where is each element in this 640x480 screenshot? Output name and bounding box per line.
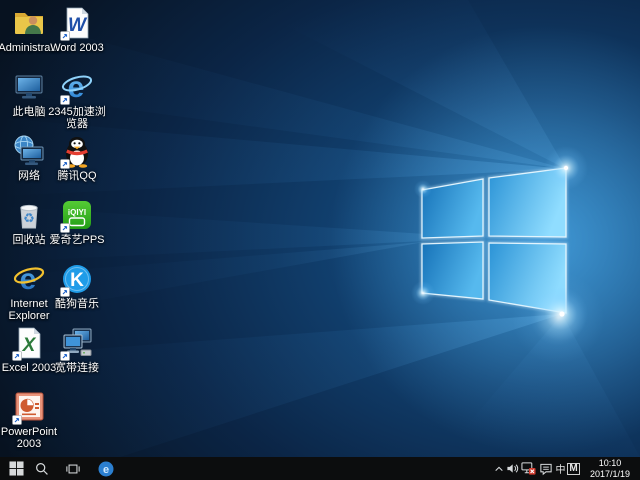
start-button[interactable] [3,457,29,480]
taskbar: e 中 M 10:10 2017/1/19 [0,457,640,480]
desktop-icon-tencent-qq[interactable]: 腾讯QQ [45,134,109,182]
desktop-icon-kugou-music[interactable]: K 酷狗音乐 [45,262,109,310]
desktop-icon-powerpoint-2003[interactable]: PowerPoint 2003 [0,390,61,450]
svg-text:W: W [68,15,88,36]
broadband-connection-icon [60,326,94,360]
search-button[interactable] [29,457,55,480]
excel-document-icon: X [12,326,46,360]
input-mode-text: 中 [556,461,566,476]
clock-time: 10:10 [582,458,638,469]
hidden-icons-chevron[interactable] [491,457,506,480]
icon-label: 酷狗音乐 [45,298,109,310]
taskbar-clock[interactable]: 10:10 2017/1/19 [582,458,638,479]
speaker-icon [506,462,519,475]
network-disconnected-icon [521,461,536,476]
icon-label: Word 2003 [45,42,109,54]
svg-text:iQIYI: iQIYI [68,208,86,217]
action-center-tray-icon[interactable] [538,457,553,480]
task-view-button[interactable] [60,457,86,480]
ime-indicator[interactable]: M [566,457,581,480]
desktop-icon-word-2003[interactable]: W Word 2003 [45,6,109,54]
desktop-icon-iqiyi-pps[interactable]: iQIYI 爱奇艺PPS [45,198,109,246]
desktop-icon-broadband[interactable]: 宽带连接 [45,326,109,374]
shortcut-arrow-icon [60,31,70,41]
windows-logo-icon [9,461,24,476]
shortcut-arrow-icon [60,95,70,105]
svg-text:K: K [70,270,84,291]
kugou-music-icon: K [60,262,94,296]
search-icon [35,462,49,476]
taskbar-2345-browser-button[interactable]: e [93,457,119,480]
iqiyi-pps-icon: iQIYI [60,198,94,232]
shortcut-arrow-icon [60,351,70,361]
shortcut-arrow-icon [60,287,70,297]
user-folder-icon [12,6,46,40]
shortcut-arrow-icon [12,351,22,361]
icon-label: 爱奇艺PPS [45,234,109,246]
desktop[interactable]: Administra... 此电脑 [0,0,640,457]
word-document-icon: W [60,6,94,40]
internet-explorer-icon: e [12,262,46,296]
icon-label: 腾讯QQ [45,170,109,182]
chevron-up-icon [494,464,504,474]
svg-text:e: e [103,464,109,476]
action-center-icon [539,462,553,476]
recycle-bin-icon: ♻ [12,198,46,232]
clock-date: 2017/1/19 [582,469,638,480]
shortcut-arrow-icon [60,223,70,233]
shortcut-arrow-icon [60,159,70,169]
computer-monitor-icon [12,70,46,104]
qq-penguin-icon [60,134,94,168]
shortcut-arrow-icon [12,415,22,425]
2345-browser-icon: e [98,461,114,477]
task-view-icon [66,462,80,476]
desktop-icon-2345-browser[interactable]: e 2345加速浏览器 [45,70,109,130]
svg-text:X: X [22,335,37,356]
icon-label: 2345加速浏览器 [45,106,109,130]
network-tray-icon[interactable] [521,457,536,480]
volume-tray-icon[interactable] [505,457,520,480]
icon-label: PowerPoint 2003 [0,426,61,450]
2345-browser-icon: e [60,70,94,104]
network-globe-icon [12,134,46,168]
ime-badge-icon: M [567,463,579,475]
powerpoint-icon [12,390,46,424]
icon-label: 宽带连接 [45,362,109,374]
svg-text:♻: ♻ [23,211,35,226]
